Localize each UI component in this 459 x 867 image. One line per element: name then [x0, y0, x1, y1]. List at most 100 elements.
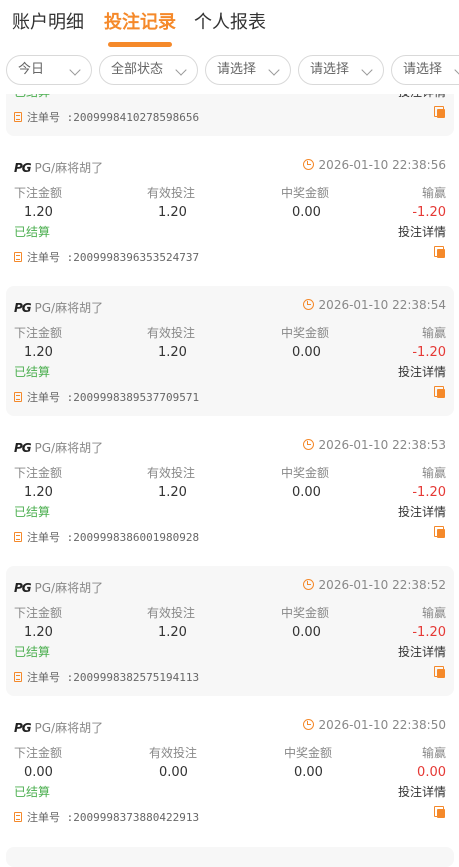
date-filter-select[interactable]: 今日	[6, 55, 92, 85]
win-amount-label: 中奖金额	[281, 606, 330, 620]
valid-bet-value: 1.20	[158, 345, 187, 360]
next-record-card-partial[interactable]	[6, 847, 454, 867]
win-amount-value: 0.00	[292, 205, 321, 220]
order-number: 注单号 :2009998410278598656	[14, 109, 199, 125]
clock-icon	[302, 439, 314, 450]
bet-detail-link[interactable]: 投注详情	[398, 503, 446, 520]
bet-time: 2026-01-10 22:38:52	[302, 578, 446, 592]
bet-time-value: 2026-01-10 22:38:52	[318, 578, 446, 592]
profit-loss-value: -1.20	[412, 625, 446, 640]
profit-loss-value: -1.20	[412, 205, 446, 220]
chevron-down-icon	[361, 64, 373, 76]
tab-account-details[interactable]: 账户明细	[12, 8, 84, 34]
order-label: 注单号	[27, 111, 60, 124]
record-card[interactable]: PG PG/麻将胡了 2026-01-10 22:38:50 下注金额 有效投注…	[6, 706, 454, 836]
filter-select-5-value: 请选择	[403, 62, 443, 77]
copy-icon[interactable]	[434, 526, 445, 538]
copy-icon[interactable]	[434, 806, 445, 818]
order-label: 注单号	[27, 671, 60, 684]
tab-personal-report[interactable]: 个人报表	[194, 8, 266, 34]
filter-select-4[interactable]: 请选择	[298, 55, 384, 85]
record-card[interactable]: PG PG/麻将胡了 2026-01-10 22:38:56 下注金额 有效投注…	[6, 146, 454, 276]
document-icon	[14, 532, 22, 542]
document-icon	[14, 112, 22, 122]
profit-loss-value: 0.00	[417, 765, 446, 780]
filter-select-5[interactable]: 请选择	[391, 55, 459, 85]
game-name: PG PG/麻将胡了	[14, 439, 103, 456]
bet-amount-label: 下注金额	[14, 606, 63, 620]
document-icon	[14, 392, 22, 402]
chevron-down-icon	[268, 64, 280, 76]
bet-amount-value: 1.20	[24, 625, 53, 640]
filter-select-3-value: 请选择	[217, 62, 257, 77]
game-title: PG/麻将胡了	[34, 441, 104, 455]
profit-loss-value: -1.20	[412, 345, 446, 360]
pg-logo: PG	[14, 441, 32, 455]
status-filter-value: 全部状态	[111, 62, 164, 77]
document-icon	[14, 812, 22, 822]
bet-amount-value: 0.00	[24, 765, 53, 780]
profit-loss-label: 输赢	[421, 466, 446, 480]
win-amount-label: 中奖金额	[284, 746, 333, 760]
game-title: PG/麻将胡了	[34, 161, 104, 175]
date-filter-value: 今日	[18, 62, 45, 77]
clock-icon	[302, 719, 314, 730]
chevron-down-icon	[175, 64, 187, 76]
bet-detail-link[interactable]: 投注详情	[398, 783, 446, 800]
record-card[interactable]: PG PG/麻将胡了 2026-01-10 22:38:52 下注金额 有效投注…	[6, 566, 454, 696]
bet-detail-link[interactable]: 投注详情	[398, 363, 446, 380]
bet-amount-value: 1.20	[24, 345, 53, 360]
order-number: 注单号 :2009998396353524737	[14, 249, 199, 265]
order-label: 注单号	[27, 811, 60, 824]
settled-status: 已结算	[14, 225, 51, 239]
valid-bet-label: 有效投注	[147, 326, 196, 340]
document-icon	[14, 672, 22, 682]
order-number-value: :2009998386001980928	[66, 531, 200, 544]
filter-bar-overlay: 今日 全部状态 请选择 请选择 请选择	[0, 54, 459, 86]
order-number: 注单号 :2009998373880422913	[14, 809, 199, 825]
order-label: 注单号	[27, 531, 60, 544]
copy-icon[interactable]	[434, 666, 445, 678]
settled-status: 已结算	[14, 785, 51, 799]
bet-time: 2026-01-10 22:38:53	[302, 438, 446, 452]
bet-time-value: 2026-01-10 22:38:54	[318, 298, 446, 312]
bet-detail-link[interactable]: 投注详情	[398, 223, 446, 240]
win-amount-value: 0.00	[292, 625, 321, 640]
valid-bet-value: 1.20	[158, 205, 187, 220]
bet-detail-link[interactable]: 投注详情	[398, 643, 446, 660]
game-name: PG PG/麻将胡了	[14, 159, 103, 176]
win-amount-value: 0.00	[292, 345, 321, 360]
clock-icon	[302, 299, 314, 310]
record-card[interactable]: PG PG/麻将胡了 2026-01-10 22:38:53 下注金额 有效投注…	[6, 426, 454, 556]
game-name: PG PG/麻将胡了	[14, 719, 103, 736]
bet-time: 2026-01-10 22:38:54	[302, 298, 446, 312]
order-number: 注单号 :2009998382575194113	[14, 669, 199, 685]
settled-status: 已结算	[14, 505, 51, 519]
tab-bet-records[interactable]: 投注记录	[104, 8, 176, 34]
valid-bet-label: 有效投注	[149, 746, 198, 760]
profit-loss-value: -1.20	[412, 485, 446, 500]
bet-time-value: 2026-01-10 22:38:53	[318, 438, 446, 452]
settled-status: 已结算	[14, 645, 51, 659]
top-tabs-overlay: 账户明细 投注记录 个人报表	[0, 0, 459, 48]
profit-loss-label: 输赢	[421, 186, 446, 200]
game-title: PG/麻将胡了	[34, 581, 104, 595]
record-card[interactable]: PG PG/麻将胡了 2026-01-10 22:38:54 下注金额 有效投注…	[6, 286, 454, 416]
filter-select-4-value: 请选择	[310, 62, 350, 77]
clock-icon	[302, 159, 314, 170]
status-filter-select[interactable]: 全部状态	[99, 55, 198, 85]
chevron-down-icon	[454, 64, 459, 76]
bet-time-value: 2026-01-10 22:38:50	[318, 718, 446, 732]
copy-icon[interactable]	[434, 106, 445, 118]
filter-select-3[interactable]: 请选择	[205, 55, 291, 85]
pg-logo: PG	[14, 721, 32, 735]
valid-bet-value: 1.20	[158, 625, 187, 640]
order-number-value: :2009998389537709571	[66, 391, 200, 404]
copy-icon[interactable]	[434, 246, 445, 258]
bet-time: 2026-01-10 22:38:56	[302, 158, 446, 172]
profit-loss-label: 输赢	[421, 606, 446, 620]
order-number-value: :2009998373880422913	[66, 811, 200, 824]
game-name: PG PG/麻将胡了	[14, 299, 103, 316]
copy-icon[interactable]	[434, 386, 445, 398]
game-title: PG/麻将胡了	[34, 301, 104, 315]
